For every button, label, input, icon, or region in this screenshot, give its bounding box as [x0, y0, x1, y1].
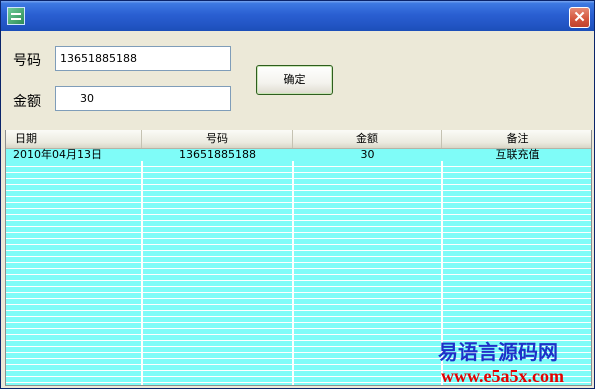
table-row[interactable]: 2010年04月13日 13651885188 30 互联充值: [6, 149, 591, 161]
column-header-number[interactable]: 号码: [142, 130, 293, 148]
number-input[interactable]: 13651885188: [55, 46, 231, 71]
confirm-button[interactable]: 确定: [256, 65, 333, 95]
app-window: ✕ 号码 13651885188 金额 30 确定 日期 号码 金额 备注 20…: [0, 0, 595, 389]
cell-number: 13651885188: [179, 148, 256, 161]
app-icon[interactable]: [7, 7, 25, 25]
cell-note: 互联充值: [495, 148, 540, 161]
close-button[interactable]: ✕: [569, 7, 590, 28]
number-label: 号码: [13, 53, 41, 69]
cell-amount: 30: [360, 148, 375, 161]
title-bar[interactable]: ✕: [1, 1, 594, 31]
amount-input[interactable]: 30: [55, 86, 231, 111]
close-icon: ✕: [573, 9, 586, 26]
cell-date: 2010年04月13日: [13, 148, 102, 161]
column-header-note[interactable]: 备注: [442, 130, 591, 148]
grid-header: 日期 号码 金额 备注: [6, 130, 591, 149]
amount-label: 金额: [13, 94, 41, 110]
watermark-url: www.e5a5x.com: [441, 366, 564, 386]
column-header-date[interactable]: 日期: [6, 130, 142, 148]
column-header-amount[interactable]: 金额: [293, 130, 442, 148]
watermark-name: 易语言源码网: [438, 340, 558, 364]
